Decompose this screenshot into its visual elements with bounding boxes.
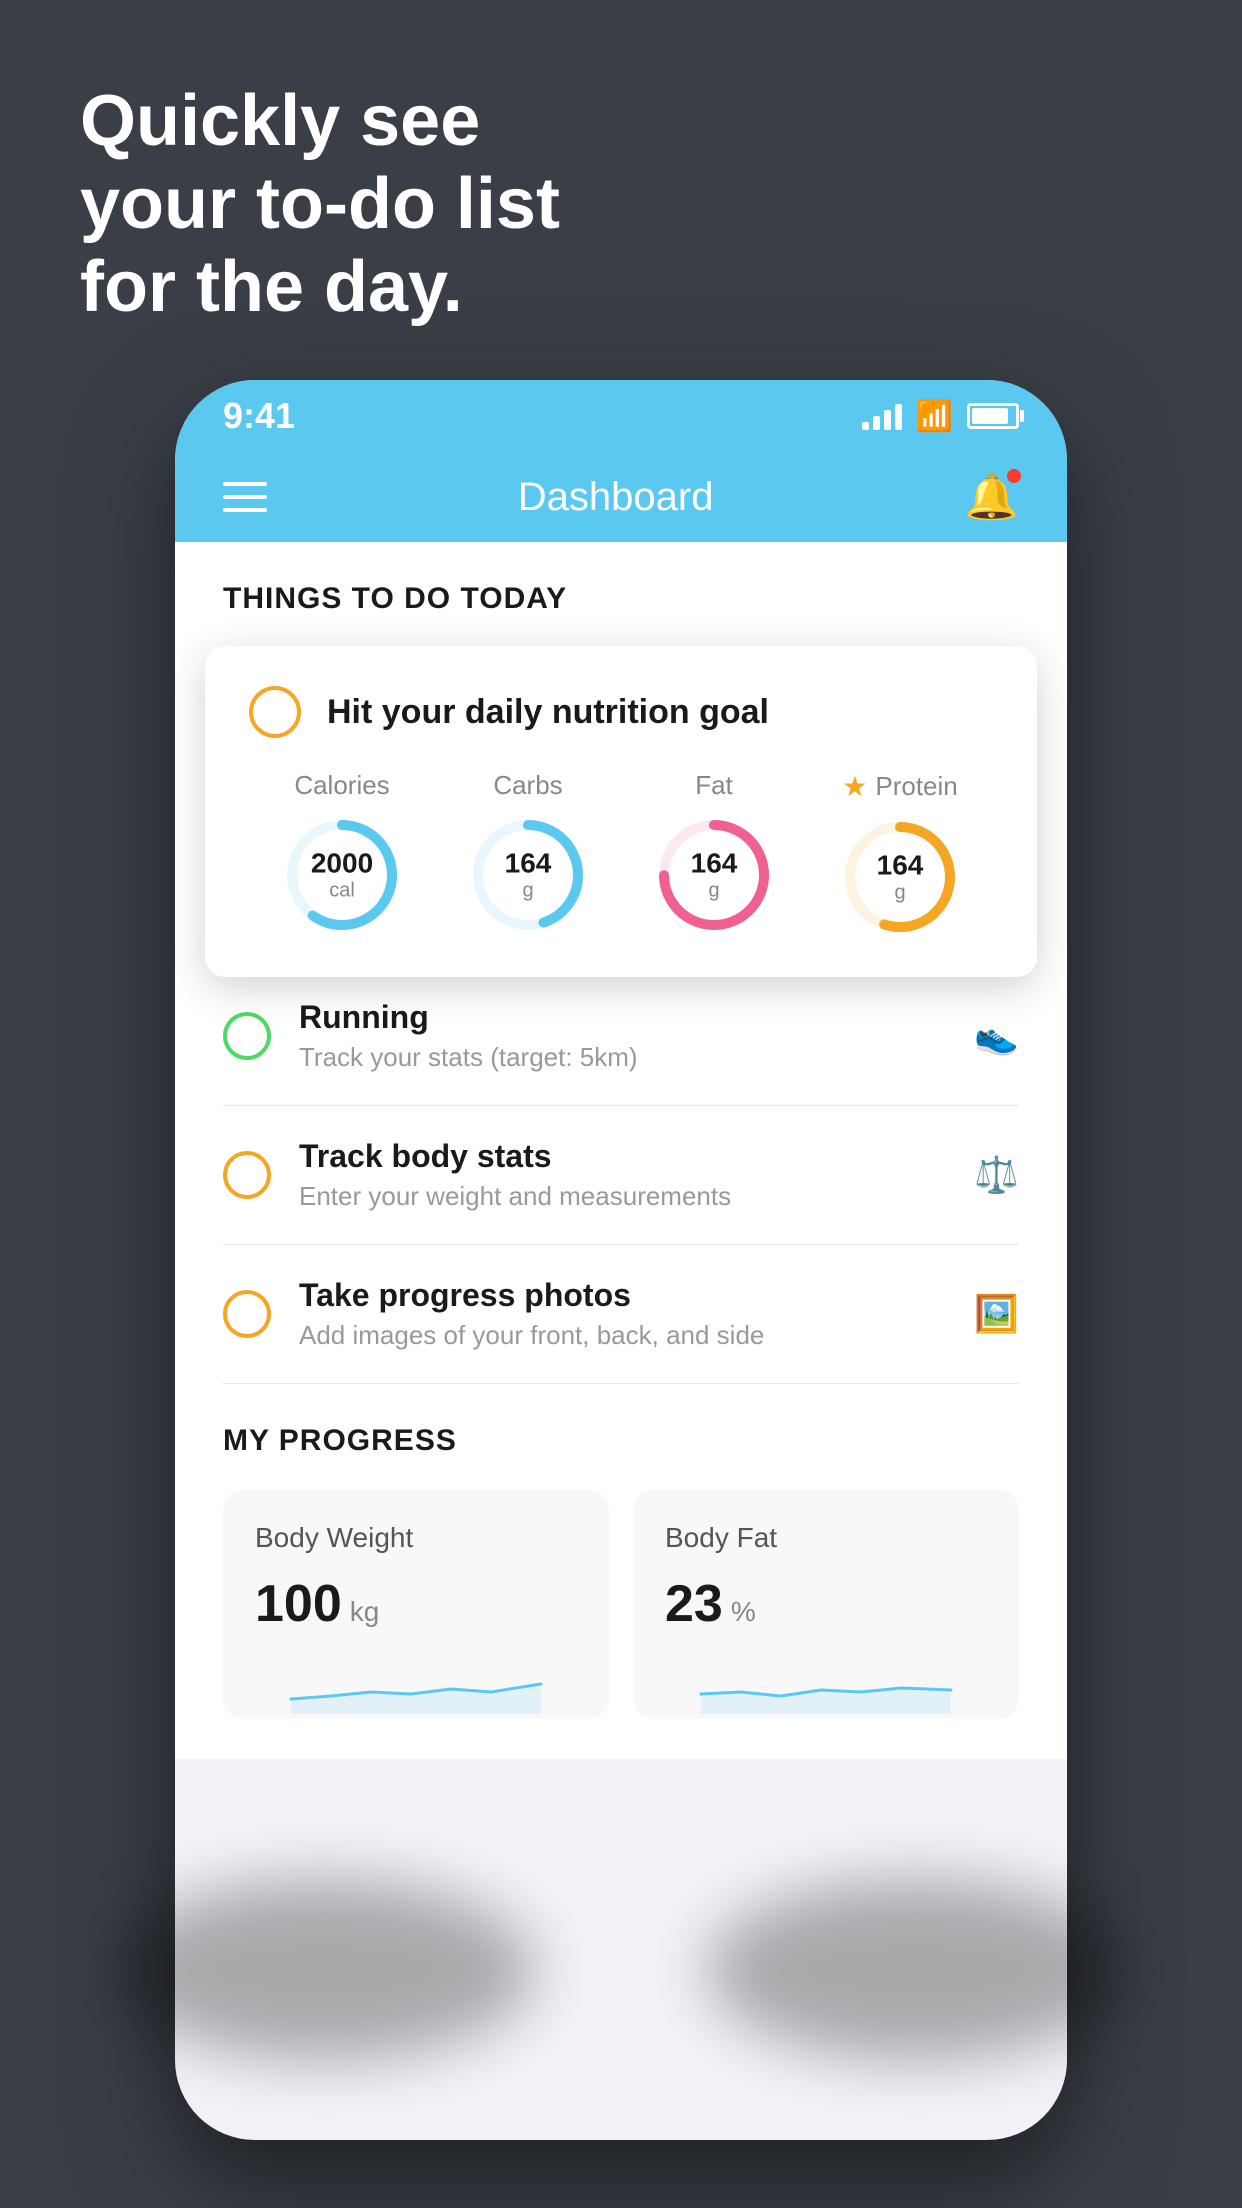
running-name: Running — [299, 999, 946, 1036]
body-stats-name: Track body stats — [299, 1138, 946, 1175]
things-to-do-title: THINGS TO DO TODAY — [223, 582, 1019, 616]
calories-ring: 2000 cal — [282, 815, 402, 935]
running-icon: 👟 — [974, 1015, 1019, 1057]
calories-label: Calories — [294, 770, 389, 801]
body-fat-chart — [665, 1654, 987, 1714]
photos-name: Take progress photos — [299, 1277, 946, 1314]
calories-unit: cal — [311, 879, 373, 901]
todo-list: Running Track your stats (target: 5km) 👟… — [175, 967, 1067, 1384]
protein-unit: g — [877, 881, 924, 903]
hero-line3: for the day. — [80, 246, 560, 329]
nav-title: Dashboard — [518, 475, 714, 520]
shadow-left — [115, 1880, 535, 2060]
fat-value-wrapper: 164 g — [691, 849, 738, 902]
phone-frame: 9:41 📶 Dashboard 🔔 — [175, 380, 1067, 2140]
progress-section-title: MY PROGRESS — [223, 1424, 1019, 1458]
things-to-do-section: THINGS TO DO TODAY — [175, 542, 1067, 636]
photos-check-circle — [223, 1290, 271, 1338]
body-weight-value-row: 100 kg — [255, 1574, 577, 1634]
todo-item-progress-photos[interactable]: Take progress photos Add images of your … — [223, 1245, 1019, 1384]
calories-value: 2000 — [311, 849, 373, 880]
body-fat-number: 23 — [665, 1574, 723, 1634]
notification-dot — [1005, 467, 1023, 485]
my-progress-section: MY PROGRESS Body Weight 100 kg — [175, 1384, 1067, 1759]
body-stats-check-circle — [223, 1151, 271, 1199]
nutrition-title: Hit your daily nutrition goal — [327, 693, 769, 732]
hero-line2: your to-do list — [80, 163, 560, 246]
stat-protein: ★ Protein 164 g — [840, 770, 960, 937]
signal-icon — [862, 402, 902, 430]
carbs-unit: g — [505, 879, 552, 901]
body-weight-chart — [255, 1654, 577, 1714]
fat-unit: g — [691, 879, 738, 901]
hero-line1: Quickly see — [80, 80, 560, 163]
body-weight-unit: kg — [350, 1596, 380, 1628]
fat-value: 164 — [691, 849, 738, 880]
stat-fat: Fat 164 g — [654, 770, 774, 935]
carbs-value-wrapper: 164 g — [505, 849, 552, 902]
calories-value-wrapper: 2000 cal — [311, 849, 373, 902]
battery-icon — [967, 403, 1019, 429]
progress-cards: Body Weight 100 kg Body Fat — [223, 1490, 1019, 1719]
body-weight-card[interactable]: Body Weight 100 kg — [223, 1490, 609, 1719]
protein-value: 164 — [877, 851, 924, 882]
status-bar: 9:41 📶 — [175, 380, 1067, 452]
protein-value-wrapper: 164 g — [877, 851, 924, 904]
carbs-ring: 164 g — [468, 815, 588, 935]
protein-ring: 164 g — [840, 817, 960, 937]
stat-carbs: Carbs 164 g — [468, 770, 588, 935]
photos-desc: Add images of your front, back, and side — [299, 1320, 946, 1351]
phone-mockup: 9:41 📶 Dashboard 🔔 — [175, 380, 1067, 2140]
fat-label: Fat — [695, 770, 733, 801]
shadow-right — [707, 1880, 1127, 2060]
carbs-value: 164 — [505, 849, 552, 880]
status-time: 9:41 — [223, 395, 295, 437]
nutrition-card[interactable]: Hit your daily nutrition goal Calories — [205, 646, 1037, 977]
body-fat-value-row: 23 % — [665, 1574, 987, 1634]
todo-item-body-stats[interactable]: Track body stats Enter your weight and m… — [223, 1106, 1019, 1245]
notifications-button[interactable]: 🔔 — [964, 471, 1019, 523]
protein-label: ★ Protein — [842, 770, 958, 803]
body-weight-number: 100 — [255, 1574, 342, 1634]
running-check-circle — [223, 1012, 271, 1060]
hero-text: Quickly see your to-do list for the day. — [80, 80, 560, 328]
running-desc: Track your stats (target: 5km) — [299, 1042, 946, 1073]
main-content: THINGS TO DO TODAY Hit your daily nutrit… — [175, 542, 1067, 1759]
nav-bar: Dashboard 🔔 — [175, 452, 1067, 542]
body-stats-desc: Enter your weight and measurements — [299, 1181, 946, 1212]
status-icons: 📶 — [862, 399, 1019, 434]
todo-item-running[interactable]: Running Track your stats (target: 5km) 👟 — [223, 967, 1019, 1106]
body-fat-card[interactable]: Body Fat 23 % — [633, 1490, 1019, 1719]
body-fat-unit: % — [731, 1596, 756, 1628]
body-weight-title: Body Weight — [255, 1522, 577, 1554]
hamburger-menu[interactable] — [223, 482, 267, 512]
photos-info: Take progress photos Add images of your … — [299, 1277, 946, 1351]
body-stats-info: Track body stats Enter your weight and m… — [299, 1138, 946, 1212]
star-icon: ★ — [842, 770, 867, 803]
wifi-icon: 📶 — [916, 399, 953, 434]
body-stats-icon: ⚖️ — [974, 1154, 1019, 1196]
nutrition-check-circle — [249, 686, 301, 738]
stat-calories: Calories 2000 cal — [282, 770, 402, 935]
carbs-label: Carbs — [493, 770, 562, 801]
body-fat-title: Body Fat — [665, 1522, 987, 1554]
photos-icon: 🖼️ — [974, 1293, 1019, 1335]
running-info: Running Track your stats (target: 5km) — [299, 999, 946, 1073]
nutrition-stats: Calories 2000 cal — [249, 770, 993, 937]
nutrition-card-header: Hit your daily nutrition goal — [249, 686, 993, 738]
fat-ring: 164 g — [654, 815, 774, 935]
